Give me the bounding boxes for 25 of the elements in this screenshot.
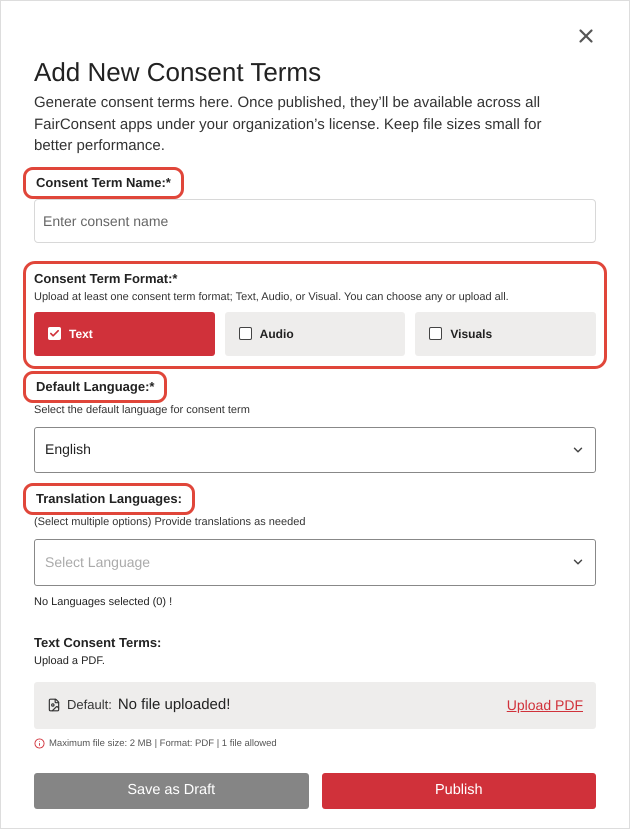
format-option[interactable]: Visuals: [415, 312, 596, 356]
file-limits: Maximum file size: 2 MB | Format: PDF | 1 file allowed: [49, 736, 277, 750]
field-label: Text Consent Terms:: [34, 634, 162, 652]
field-hint: Upload at least one consent term format; Text, Audio, or Visual. You can choose any or upload all.: [34, 290, 510, 304]
dialog-title: Add New Consent Terms: [34, 56, 322, 88]
consent-name-field[interactable]: Enter consent name: [34, 198, 596, 242]
field-hint: Select the default language for consent term: [34, 402, 251, 416]
format-option[interactable]: Audio: [224, 312, 406, 356]
field-hint: (Select multiple options) Provide translations as needed: [34, 514, 306, 528]
file-label: Default:: [67, 696, 112, 714]
file-icon: [47, 698, 61, 712]
info-icon: [34, 738, 45, 750]
publish-button[interactable]: Publish: [322, 772, 596, 809]
field-label: Translation Languages:: [36, 490, 182, 508]
language-select[interactable]: English: [34, 426, 596, 472]
field-hint: Upload a PDF.: [34, 654, 106, 668]
file-status: No file uploaded!: [118, 694, 230, 715]
selection-status: No Languages selected (0) !: [34, 594, 174, 608]
field-label: Consent Term Format:*: [34, 270, 178, 288]
field-label: Consent Term Name:*: [36, 174, 171, 192]
dialog-description: Generate consent terms here. Once published, they’ll be available across all FairConsent apps under your organization’s license. Keep file sizes small for better performance.: [34, 93, 542, 156]
format-option[interactable]: Text: [34, 312, 215, 356]
field-label: Default Language:*: [36, 378, 154, 396]
upload-pdf-link[interactable]: Upload PDF: [506, 694, 583, 716]
save-draft-button[interactable]: Save as Draft: [34, 772, 308, 809]
